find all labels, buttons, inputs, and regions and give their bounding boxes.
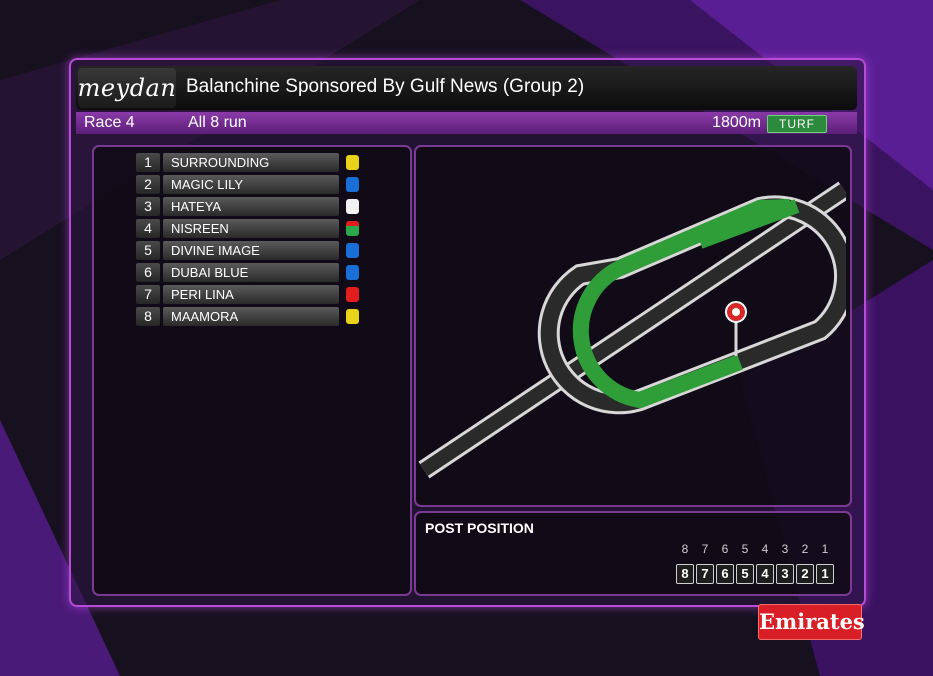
- post-box: 4: [756, 564, 774, 584]
- post-label: 2: [801, 542, 809, 556]
- post-box: 8: [676, 564, 694, 584]
- race-number: Race 4: [84, 114, 135, 131]
- race-title: Balanchine Sponsored By Gulf News (Group…: [186, 76, 585, 97]
- track-chute-inner: [420, 184, 846, 476]
- runner-number: 5: [136, 241, 160, 260]
- runner-number: 6: [136, 263, 160, 282]
- runner-row: 2 MAGIC LILY: [136, 174, 366, 196]
- silk-icon: [346, 309, 359, 324]
- track-map: [418, 181, 846, 479]
- runner-name: DIVINE IMAGE: [163, 241, 339, 260]
- post-box: 6: [716, 564, 734, 584]
- silk-icon: [346, 177, 359, 192]
- post-box: 7: [696, 564, 714, 584]
- meydan-logo: meydan: [78, 68, 176, 108]
- emirates-logo: Emirates: [758, 604, 865, 640]
- runner-row: 6 DUBAI BLUE: [136, 262, 366, 284]
- post-box: 1: [816, 564, 834, 584]
- runner-number: 7: [136, 285, 160, 304]
- post-label: 7: [701, 542, 709, 556]
- silk-icon: [346, 243, 359, 258]
- post-label: 4: [761, 542, 769, 556]
- runner-name: DUBAI BLUE: [163, 263, 339, 282]
- surface-badge: TURF: [767, 115, 827, 133]
- post-position-labels: 8 7 6 5 4 3 2 1: [676, 542, 842, 556]
- runner-name: HATEYA: [163, 197, 339, 216]
- silk-icon: [346, 265, 359, 280]
- runner-row: 1 SURROUNDING: [136, 152, 366, 174]
- post-label: 1: [821, 542, 829, 556]
- runner-row: 4 NISREEN: [136, 218, 366, 240]
- runner-name: PERI LINA: [163, 285, 339, 304]
- post-label: 5: [741, 542, 749, 556]
- post-box: 2: [796, 564, 814, 584]
- post-position-title: POST POSITION: [425, 520, 534, 536]
- runner-list: 1 SURROUNDING 2 MAGIC LILY 3 HATEYA 4 NI…: [136, 152, 366, 328]
- race-info-bar: Race 4 All 8 run 1800m TURF: [76, 112, 857, 134]
- runner-number: 4: [136, 219, 160, 238]
- post-box: 5: [736, 564, 754, 584]
- runner-row: 3 HATEYA: [136, 196, 366, 218]
- post-label: 6: [721, 542, 729, 556]
- runner-name: NISREEN: [163, 219, 339, 238]
- runner-number: 2: [136, 175, 160, 194]
- runner-name: SURROUNDING: [163, 153, 339, 172]
- runner-number: 8: [136, 307, 160, 326]
- silk-icon: [346, 221, 359, 236]
- silk-icon: [346, 155, 359, 170]
- runner-name: MAGIC LILY: [163, 175, 339, 194]
- runner-row: 7 PERI LINA: [136, 284, 366, 306]
- runner-number: 3: [136, 197, 160, 216]
- runner-name: MAAMORA: [163, 307, 339, 326]
- start-marker-dot: [732, 308, 740, 316]
- post-box: 3: [776, 564, 794, 584]
- silk-icon: [346, 287, 359, 302]
- silk-icon: [346, 199, 359, 214]
- runner-row: 5 DIVINE IMAGE: [136, 240, 366, 262]
- runner-number: 1: [136, 153, 160, 172]
- race-distance: 1800m: [712, 114, 761, 131]
- runner-row: 8 MAAMORA: [136, 306, 366, 328]
- runners-count: All 8 run: [188, 114, 247, 131]
- post-label: 8: [681, 542, 689, 556]
- post-position-boxes: 8 7 6 5 4 3 2 1: [676, 564, 842, 586]
- post-label: 3: [781, 542, 789, 556]
